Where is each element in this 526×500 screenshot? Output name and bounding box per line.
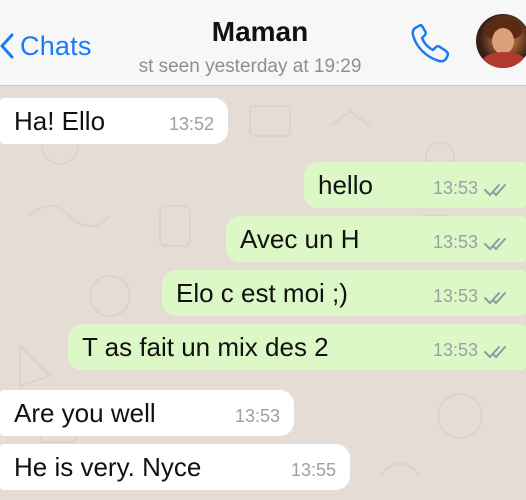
- contact-avatar[interactable]: [476, 14, 526, 68]
- message-time: 13:53: [432, 178, 478, 198]
- message-text: He is very. Nyce: [14, 451, 202, 482]
- contact-name[interactable]: Maman: [140, 16, 380, 48]
- message-bubble-incoming[interactable]: Ha! Ello 13:52: [0, 98, 228, 144]
- message-bubble-incoming[interactable]: He is very. Nyce 13:55: [0, 444, 350, 490]
- message-time: 13:53: [234, 406, 280, 426]
- message-time: 13:53: [432, 232, 478, 252]
- message-text: hello: [318, 169, 373, 200]
- message-text: Elo c est moi ;): [176, 277, 348, 308]
- message-time: 13:55: [290, 460, 336, 480]
- chevron-left-icon: [0, 33, 14, 59]
- message-text: T as fait un mix des 2: [82, 331, 329, 362]
- double-check-icon: [484, 238, 506, 251]
- back-button[interactable]: Chats: [0, 26, 92, 66]
- message-bubble-outgoing[interactable]: Elo c est moi ;) 13:53: [162, 270, 526, 316]
- double-check-icon: [484, 346, 506, 359]
- message-text: Ha! Ello: [14, 105, 106, 136]
- avatar-face: [492, 28, 514, 54]
- message-time: 13:53: [432, 286, 478, 306]
- avatar-shirt: [482, 52, 526, 68]
- message-bubble-outgoing[interactable]: hello 13:53: [304, 162, 526, 208]
- message-bubble-outgoing[interactable]: T as fait un mix des 2 13:53: [68, 324, 526, 370]
- double-check-icon: [484, 292, 506, 305]
- message-time: 13:52: [168, 114, 214, 134]
- phone-icon: [411, 24, 450, 63]
- call-button[interactable]: [408, 22, 452, 66]
- message-time: 13:53: [432, 340, 478, 360]
- last-seen-status: st seen yesterday at 19:29: [138, 56, 362, 77]
- chat-header: Chats Maman st seen yesterday at 19:29: [0, 0, 526, 86]
- message-text: Avec un H: [240, 223, 360, 254]
- back-label: Chats: [20, 30, 92, 61]
- message-bubble-outgoing[interactable]: Avec un H 13:53: [226, 216, 526, 262]
- message-text: Are you well: [14, 397, 156, 428]
- message-bubble-incoming[interactable]: Are you well 13:53: [0, 390, 294, 436]
- double-check-icon: [484, 184, 506, 197]
- message-list[interactable]: Ha! Ello 13:52 hello 13:53 Avec un H 13:…: [0, 86, 526, 500]
